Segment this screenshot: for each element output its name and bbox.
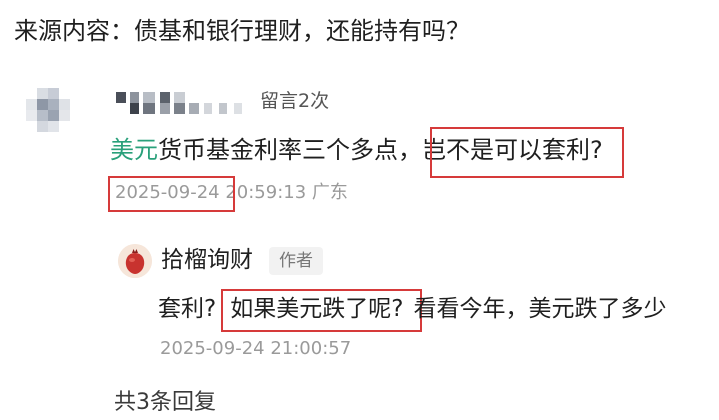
source-title: 来源内容：债基和银行理财，还能持有吗？ (14, 17, 470, 45)
highlight-box-comment-question (430, 127, 624, 178)
reply-text: 套利? 如果美元跌了呢? 看看今年，美元跌了多少 (158, 291, 666, 327)
commenter-username-blurred[interactable] (116, 92, 256, 114)
reply-datetime: 2025-09-24 21:00:57 (160, 338, 352, 359)
reply-text-boxed: 如果美元跌了呢? (230, 296, 404, 322)
comment-text-middle: 货币基金利率三个多点， (158, 136, 422, 164)
pomegranate-icon (118, 244, 152, 278)
commenter-avatar[interactable] (26, 88, 70, 132)
author-name[interactable]: 拾榴询财 (161, 242, 253, 278)
view-all-replies-link[interactable]: 共3条回复 (114, 387, 216, 419)
author-avatar[interactable] (118, 244, 152, 278)
comment-location: 广东 (306, 182, 348, 203)
comment-keyword-highlight[interactable]: 美元 (110, 136, 158, 164)
highlight-box-comment-date (108, 176, 235, 212)
reply-text-before: 套利? (158, 296, 217, 322)
author-badge: 作者 (269, 247, 323, 275)
reply-text-after: 看看今年，美元跌了多少 (413, 296, 667, 322)
message-count: 留言2次 (260, 90, 330, 112)
